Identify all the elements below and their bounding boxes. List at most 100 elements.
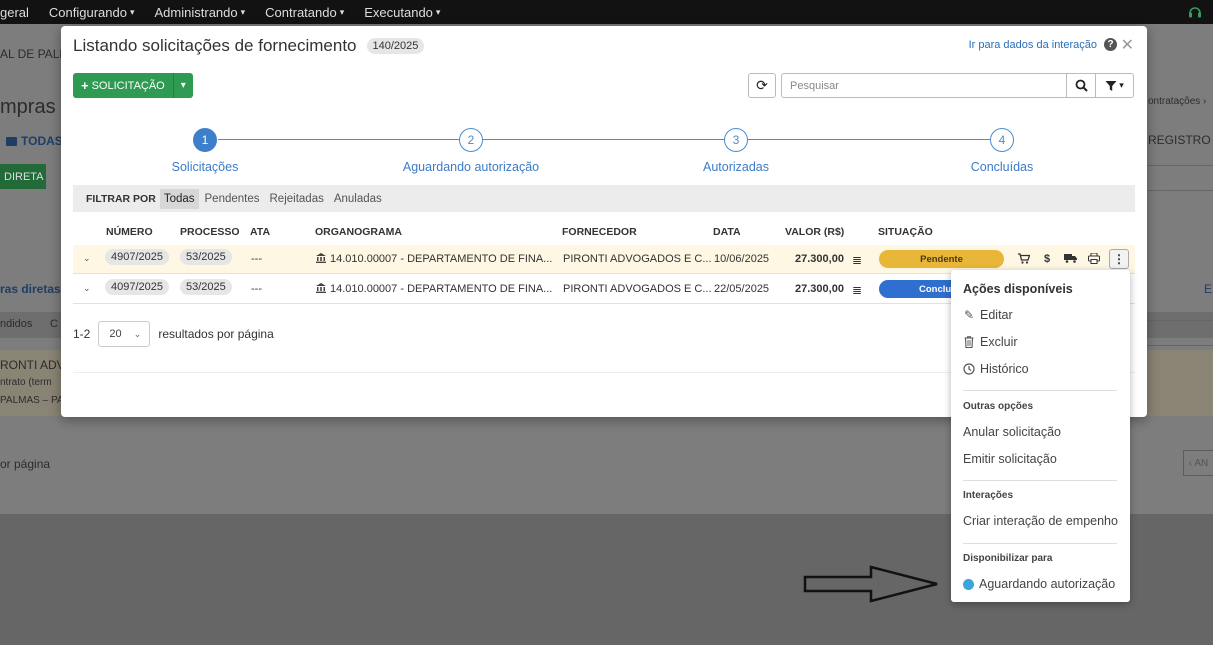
column-header-organograma[interactable]: ORGANOGRAMA xyxy=(315,226,402,238)
result-range: 1-2 xyxy=(73,327,91,341)
new-request-button[interactable]: + SOLICITAÇÃO xyxy=(73,73,173,98)
filter-option-pendentes[interactable]: Pendentes xyxy=(201,189,264,209)
column-header-situacao[interactable]: SITUAÇÃO xyxy=(878,226,933,238)
step-label: Autorizadas xyxy=(702,160,769,174)
bg-entity-name: AL DE PALM xyxy=(0,47,70,61)
nav-item-contratando[interactable]: Contratando ▾ xyxy=(265,5,344,20)
menu-section-disponibilizar: Disponibilizar para xyxy=(963,553,1053,564)
menu-separator xyxy=(963,480,1117,481)
organograma-cell: 14.010.00007 - DEPARTAMENTO DE FINA... xyxy=(316,253,552,265)
interaction-data-link[interactable]: Ir para dados da interação xyxy=(969,39,1097,51)
column-header-processo[interactable]: PROCESSO xyxy=(180,226,240,238)
menu-item-label: Aguardando autorização xyxy=(979,577,1116,591)
close-icon[interactable]: ✕ xyxy=(1121,35,1134,55)
nav-item-administrando[interactable]: Administrando ▾ xyxy=(155,5,246,20)
column-header-data[interactable]: DATA xyxy=(713,226,741,238)
menu-item-excluir[interactable]: Excluir xyxy=(963,335,1018,349)
filter-option-anuladas[interactable]: Anuladas xyxy=(330,189,386,209)
bg-location: PALMAS – PA xyxy=(0,395,64,406)
bg-folder-tab: TODAS xyxy=(6,134,63,148)
menu-item-editar[interactable]: ✎ Editar xyxy=(963,308,1013,322)
step-autorizadas[interactable]: 3 Autorizadas xyxy=(666,128,806,174)
support-icon[interactable] xyxy=(1187,4,1203,20)
expand-row-icon[interactable]: ⌄ xyxy=(83,283,91,294)
steps-connector xyxy=(218,139,1002,140)
new-request-dropdown-toggle[interactable]: ▾ xyxy=(172,73,193,98)
valor-cell: 27.300,00 xyxy=(795,253,844,265)
trash-icon xyxy=(964,336,974,348)
menu-section-interacoes: Interações xyxy=(963,490,1014,501)
refresh-button[interactable]: ⟳ xyxy=(748,73,776,98)
bg-folder-label: TODAS xyxy=(21,134,63,148)
filter-option-rejeitadas[interactable]: Rejeitadas xyxy=(266,189,328,209)
status-badge: Pendente xyxy=(879,250,1004,268)
dollar-icon[interactable]: $ xyxy=(1044,253,1050,265)
nav-item-executando[interactable]: Executando ▾ xyxy=(364,5,440,20)
modal-header: Listando solicitações de fornecimento 14… xyxy=(73,36,425,56)
nav-item-geral[interactable]: geral xyxy=(0,5,29,20)
list-icon[interactable]: ≣ xyxy=(852,253,862,267)
new-request-label: SOLICITAÇÃO xyxy=(91,79,165,92)
clock-icon xyxy=(963,363,975,375)
search-button[interactable] xyxy=(1066,73,1096,98)
ata-cell: --- xyxy=(251,283,262,295)
menu-title: Ações disponíveis xyxy=(963,282,1073,296)
nav-label: Contratando xyxy=(265,4,337,20)
data-cell: 22/05/2025 xyxy=(714,283,770,295)
menu-item-emitir[interactable]: Emitir solicitação xyxy=(963,452,1057,466)
per-page-value: 20 xyxy=(109,328,122,340)
step-concluidas[interactable]: 4 Concluídas xyxy=(932,128,1072,174)
chevron-down-icon: ▾ xyxy=(1119,80,1124,90)
bg-subtab: ndidos xyxy=(0,318,33,330)
bank-icon xyxy=(316,283,326,293)
bg-list-title: ras diretas xyxy=(0,282,61,296)
valor-cell: 27.300,00 xyxy=(795,283,844,295)
step-aguardando-autorizacao[interactable]: 2 Aguardando autorização xyxy=(401,128,541,174)
organograma-text: 14.010.00007 - DEPARTAMENTO DE FINA... xyxy=(330,283,553,295)
processo-badge: 53/2025 xyxy=(180,279,232,295)
truck-icon[interactable] xyxy=(1064,253,1078,266)
fornecedor-cell: PIRONTI ADVOGADOS E C... xyxy=(563,283,712,295)
per-page-select[interactable]: 20 ⌄ xyxy=(98,321,151,347)
step-number: 3 xyxy=(724,128,748,152)
menu-item-criar-interacao[interactable]: Criar interação de empenho xyxy=(963,514,1118,528)
menu-separator xyxy=(963,543,1117,544)
chevron-down-icon: ▾ xyxy=(435,6,441,17)
nav-label: Executando xyxy=(364,4,433,20)
chevron-down-icon: ▾ xyxy=(240,6,246,17)
menu-item-anular[interactable]: Anular solicitação xyxy=(963,425,1061,439)
refresh-icon: ⟳ xyxy=(756,77,768,93)
help-icon[interactable]: ? xyxy=(1104,38,1117,51)
more-actions-icon[interactable]: ⋮ xyxy=(1109,249,1129,269)
column-header-fornecedor[interactable]: FORNECEDOR xyxy=(562,226,637,238)
search-input[interactable] xyxy=(781,73,1067,98)
cart-icon[interactable] xyxy=(1018,253,1031,267)
pagination: 1-2 20 ⌄ resultados por página xyxy=(73,321,274,347)
list-icon[interactable]: ≣ xyxy=(852,283,862,297)
per-page-label: resultados por página xyxy=(158,327,274,341)
column-header-numero[interactable]: NÚMERO xyxy=(106,226,153,238)
menu-item-label: Excluir xyxy=(980,335,1018,349)
filter-button[interactable]: ▾ xyxy=(1095,73,1134,98)
expand-row-icon[interactable]: ⌄ xyxy=(83,253,91,264)
nav-item-configurando[interactable]: Configurando ▾ xyxy=(49,5,135,20)
bg-registro-tab: REGISTRO D xyxy=(1148,133,1213,147)
menu-separator xyxy=(963,390,1117,391)
menu-item-aguardando-autorizacao[interactable]: Aguardando autorização xyxy=(963,577,1115,591)
step-number: 2 xyxy=(459,128,483,152)
column-header-valor[interactable]: VALOR (R$) xyxy=(785,226,844,238)
nav-label: Administrando xyxy=(154,4,238,20)
print-icon[interactable] xyxy=(1088,252,1100,267)
column-header-ata[interactable]: ATA xyxy=(250,226,270,238)
status-dot-icon xyxy=(963,578,974,590)
organograma-cell: 14.010.00007 - DEPARTAMENTO DE FINA... xyxy=(316,283,552,295)
filter-option-todas[interactable]: Todas xyxy=(159,188,199,209)
fornecedor-cell: PIRONTI ADVOGADOS E C... xyxy=(563,253,712,265)
folder-icon xyxy=(6,136,17,146)
menu-item-historico[interactable]: Histórico xyxy=(963,362,1029,376)
step-label: Concluídas xyxy=(970,160,1034,174)
filter-label: FILTRAR POR xyxy=(86,192,156,205)
chevron-down-icon: ⌄ xyxy=(133,328,142,339)
organograma-text: 14.010.00007 - DEPARTAMENTO DE FINA... xyxy=(330,253,553,265)
step-solicitacoes[interactable]: 1 Solicitações xyxy=(135,128,275,174)
